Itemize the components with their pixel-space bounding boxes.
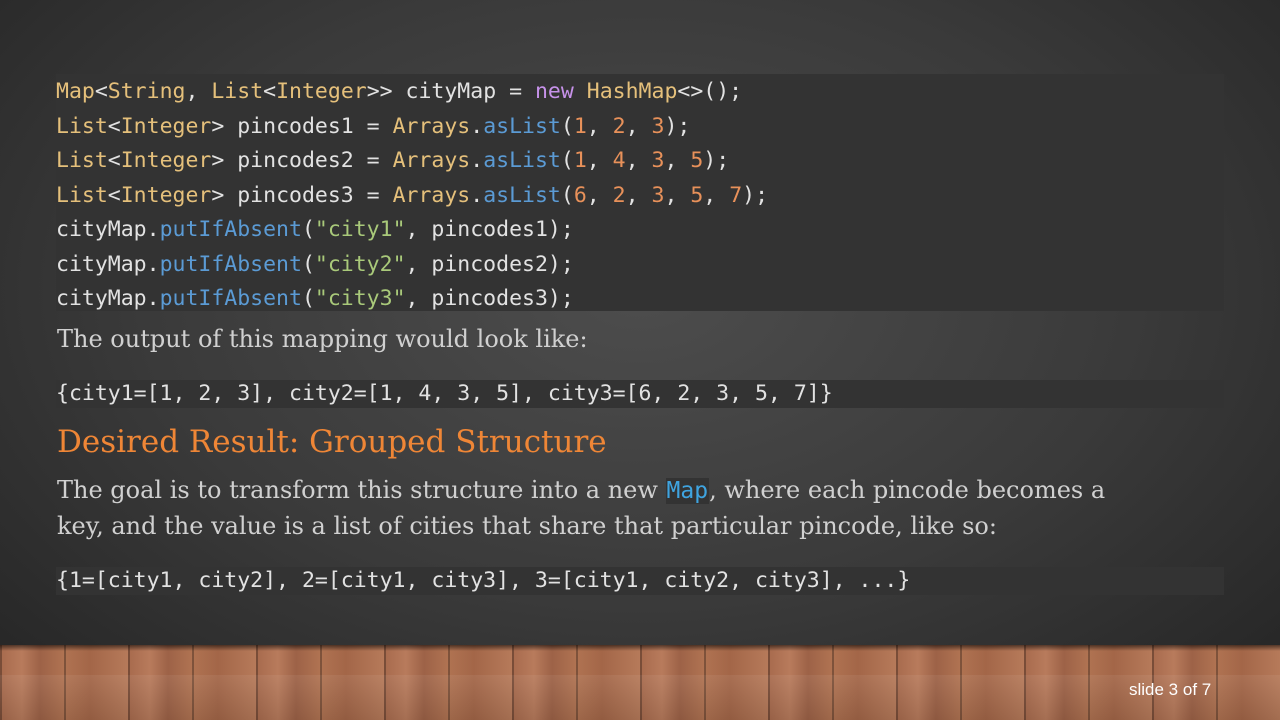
code-token: >> cityMap = [366, 79, 535, 104]
code-token: List [56, 148, 108, 173]
code-token: new [534, 79, 574, 104]
code-token: Map [56, 79, 95, 104]
code-token: ); [664, 113, 691, 139]
code-token: <>(); [677, 79, 743, 104]
code-token: 5 [690, 182, 704, 208]
code-token: Arrays [392, 113, 471, 139]
code-token: cityMap. [56, 251, 160, 277]
code-token: ); [742, 182, 769, 208]
code-line: List<Integer> pincodes1 = Arrays.asList(… [56, 110, 1224, 145]
code-line: cityMap.putIfAbsent("city3", pincodes3); [56, 282, 1224, 317]
code-token: HashMap [586, 79, 678, 104]
code-token: , [586, 113, 613, 139]
code-line: cityMap.putIfAbsent("city2", pincodes2); [56, 248, 1224, 283]
goal-text-line-2: key, and the value is a list of cities t… [57, 512, 997, 540]
code-token: ( [301, 217, 315, 242]
code-token: Integer [120, 113, 212, 139]
code-token: List [56, 113, 108, 139]
code-token: . [470, 113, 484, 139]
code-line: List<Integer> pincodes2 = Arrays.asList(… [56, 144, 1224, 179]
code-token: < [107, 182, 121, 208]
code-line: Map<String, List<Integer>> cityMap = new… [56, 75, 1224, 110]
slide: Map<String, List<Integer>> cityMap = new… [0, 0, 1280, 720]
code-token: . [470, 182, 484, 208]
goal-text-line-1: The goal is to transform this structure … [57, 476, 1105, 504]
code-token: cityMap. [56, 217, 160, 242]
code-token: ( [560, 113, 574, 139]
code-token: 6 [573, 182, 587, 208]
code-token: Arrays [392, 182, 471, 208]
inline-code-map: Map [665, 478, 710, 504]
code-token: , [625, 113, 652, 139]
code-block-main: Map<String, List<Integer>> cityMap = new… [56, 74, 1224, 311]
code-token: . [470, 148, 484, 173]
code-token: "city3" [314, 286, 406, 311]
code-token: > pincodes2 = [211, 148, 393, 173]
code-token: ( [560, 148, 574, 173]
code-token: ( [301, 286, 315, 311]
code-block-result: {1=[city1, city2], 2=[city1, city3], 3=[… [56, 567, 1224, 595]
code-token: , [625, 148, 652, 173]
code-token: , pincodes1); [405, 217, 574, 242]
code-token: ( [301, 251, 315, 277]
code-token: putIfAbsent [159, 251, 302, 277]
code-token: Arrays [392, 148, 471, 173]
code-token: asList [483, 148, 561, 173]
code-token: List [56, 182, 108, 208]
code-token: < [94, 79, 108, 104]
goal-text-before: The goal is to transform this structure … [57, 476, 666, 504]
code-token: asList [483, 113, 561, 139]
code-token: putIfAbsent [159, 217, 302, 242]
code-token: , [625, 182, 652, 208]
code-block-output: {city1=[1, 2, 3], city2=[1, 4, 3, 5], ci… [56, 380, 1224, 408]
code-token: 4 [612, 148, 626, 173]
code-token: , [703, 182, 730, 208]
code-token: putIfAbsent [159, 286, 302, 311]
code-token: 3 [651, 182, 665, 208]
code-token: "city1" [314, 217, 406, 242]
code-token: 2 [612, 113, 626, 139]
code-line: cityMap.putIfAbsent("city1", pincodes1); [56, 213, 1224, 248]
intro-text: The output of this mapping would look li… [57, 325, 588, 353]
code-token: ( [560, 182, 574, 208]
code-token: 3 [651, 113, 665, 139]
code-token: < [107, 113, 121, 139]
code-token: Integer [276, 79, 367, 104]
code-token: , [586, 182, 613, 208]
code-token: , pincodes2); [405, 251, 574, 277]
code-token: Integer [120, 182, 212, 208]
code-token: , [664, 182, 691, 208]
code-token: ); [703, 148, 730, 173]
code-token: 3 [651, 148, 665, 173]
code-token: String [107, 79, 186, 104]
code-token: 2 [612, 182, 626, 208]
code-token: asList [483, 182, 561, 208]
code-token: cityMap. [56, 286, 160, 311]
code-token: < [107, 148, 121, 173]
slide-number: slide 3 of 7 [1129, 680, 1212, 699]
code-token: List [211, 79, 264, 104]
code-line: List<Integer> pincodes3 = Arrays.asList(… [56, 179, 1224, 214]
code-token: 7 [729, 182, 743, 208]
code-token: , [185, 79, 212, 104]
code-token: 1 [573, 148, 587, 173]
wood-floor-background [0, 645, 1280, 720]
code-token: > pincodes3 = [211, 182, 393, 208]
code-token: < [263, 79, 277, 104]
goal-text-after: , where each pincode becomes a [709, 476, 1106, 504]
code-token: Integer [120, 148, 212, 173]
section-heading: Desired Result: Grouped Structure [57, 424, 607, 460]
code-token: 5 [690, 148, 704, 173]
code-token: > pincodes1 = [211, 113, 393, 139]
code-token: 1 [573, 113, 587, 139]
code-token: , [586, 148, 613, 173]
code-token: , pincodes3); [405, 286, 574, 311]
code-token: , [664, 148, 691, 173]
code-token: "city2" [314, 251, 406, 277]
